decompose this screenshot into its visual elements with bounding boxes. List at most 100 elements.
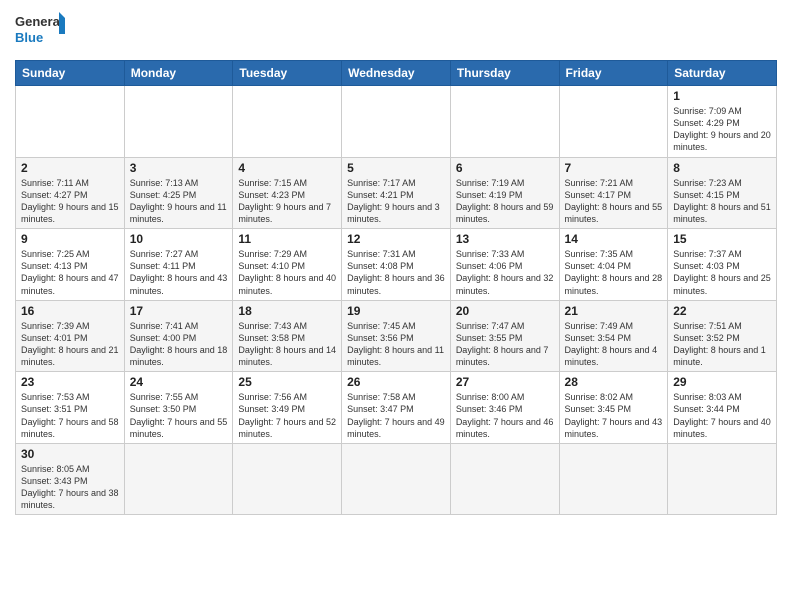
- day-number: 7: [565, 161, 663, 175]
- calendar-cell: 27 Sunrise: 8:00 AM Sunset: 3:46 PM Dayli…: [450, 372, 559, 444]
- calendar-cell: 5Sunrise: 7:17 AM Sunset: 4:21 PM Daylig…: [342, 157, 451, 229]
- day-info: Sunrise: 7:55 AM Sunset: 3:50 PM Dayligh…: [130, 391, 228, 440]
- calendar-cell: 1 Sunrise: 7:09 AM Sunset: 4:29 PM Daylig…: [668, 86, 777, 158]
- day-number: 30: [21, 447, 119, 461]
- svg-text:General: General: [15, 14, 63, 29]
- day-info: Sunrise: 7:29 AM Sunset: 4:10 PM Dayligh…: [238, 248, 336, 297]
- page: General Blue SundayMondayTuesdayWednesda…: [0, 0, 792, 612]
- header: General Blue: [15, 10, 777, 52]
- svg-text:Blue: Blue: [15, 30, 43, 45]
- calendar-cell: 2 Sunrise: 7:11 AM Sunset: 4:27 PM Daylig…: [16, 157, 125, 229]
- weekday-header-saturday: Saturday: [668, 61, 777, 86]
- day-info: Sunrise: 7:45 AM Sunset: 3:56 PM Dayligh…: [347, 320, 445, 369]
- calendar-cell: [450, 443, 559, 515]
- day-info: Sunrise: 7:15 AM Sunset: 4:23 PM Dayligh…: [238, 177, 336, 226]
- day-number: 11: [238, 232, 336, 246]
- calendar-week-row: 16 Sunrise: 7:39 AM Sunset: 4:01 PM Dayli…: [16, 300, 777, 372]
- day-number: 16: [21, 304, 119, 318]
- calendar-cell: 26 Sunrise: 7:58 AM Sunset: 3:47 PM Dayli…: [342, 372, 451, 444]
- day-number: 3: [130, 161, 228, 175]
- day-info: Sunrise: 7:19 AM Sunset: 4:19 PM Dayligh…: [456, 177, 554, 226]
- day-info: Sunrise: 7:25 AM Sunset: 4:13 PM Dayligh…: [21, 248, 119, 297]
- calendar-cell: 22 Sunrise: 7:51 AM Sunset: 3:52 PM Dayli…: [668, 300, 777, 372]
- calendar-week-row: 2 Sunrise: 7:11 AM Sunset: 4:27 PM Daylig…: [16, 157, 777, 229]
- calendar-cell: [124, 86, 233, 158]
- day-info: Sunrise: 7:09 AM Sunset: 4:29 PM Dayligh…: [673, 105, 771, 154]
- weekday-header-monday: Monday: [124, 61, 233, 86]
- day-info: Sunrise: 8:03 AM Sunset: 3:44 PM Dayligh…: [673, 391, 771, 440]
- calendar-cell: 10 Sunrise: 7:27 AM Sunset: 4:11 PM Dayli…: [124, 229, 233, 301]
- day-info: Sunrise: 8:00 AM Sunset: 3:46 PM Dayligh…: [456, 391, 554, 440]
- calendar-cell: [559, 443, 668, 515]
- day-number: 2: [21, 161, 119, 175]
- day-info: Sunrise: 7:23 AM Sunset: 4:15 PM Dayligh…: [673, 177, 771, 226]
- day-info: Sunrise: 7:51 AM Sunset: 3:52 PM Dayligh…: [673, 320, 771, 369]
- weekday-header-row: SundayMondayTuesdayWednesdayThursdayFrid…: [16, 61, 777, 86]
- calendar-cell: 7 Sunrise: 7:21 AM Sunset: 4:17 PM Daylig…: [559, 157, 668, 229]
- day-number: 8: [673, 161, 771, 175]
- day-number: 22: [673, 304, 771, 318]
- day-number: 19: [347, 304, 445, 318]
- calendar-cell: 15Sunrise: 7:37 AM Sunset: 4:03 PM Dayli…: [668, 229, 777, 301]
- calendar-cell: 17 Sunrise: 7:41 AM Sunset: 4:00 PM Dayli…: [124, 300, 233, 372]
- day-info: Sunrise: 7:43 AM Sunset: 3:58 PM Dayligh…: [238, 320, 336, 369]
- calendar-cell: [668, 443, 777, 515]
- calendar-cell: 4 Sunrise: 7:15 AM Sunset: 4:23 PM Daylig…: [233, 157, 342, 229]
- calendar-cell: 16 Sunrise: 7:39 AM Sunset: 4:01 PM Dayli…: [16, 300, 125, 372]
- day-info: Sunrise: 7:58 AM Sunset: 3:47 PM Dayligh…: [347, 391, 445, 440]
- calendar-cell: 14 Sunrise: 7:35 AM Sunset: 4:04 PM Dayli…: [559, 229, 668, 301]
- day-number: 5: [347, 161, 445, 175]
- day-number: 12: [347, 232, 445, 246]
- day-number: 21: [565, 304, 663, 318]
- day-number: 14: [565, 232, 663, 246]
- day-number: 13: [456, 232, 554, 246]
- day-number: 10: [130, 232, 228, 246]
- calendar-cell: [342, 86, 451, 158]
- day-info: Sunrise: 7:41 AM Sunset: 4:00 PM Dayligh…: [130, 320, 228, 369]
- day-number: 9: [21, 232, 119, 246]
- day-number: 15: [673, 232, 771, 246]
- day-info: Sunrise: 7:39 AM Sunset: 4:01 PM Dayligh…: [21, 320, 119, 369]
- day-number: 29: [673, 375, 771, 389]
- day-info: Sunrise: 7:21 AM Sunset: 4:17 PM Dayligh…: [565, 177, 663, 226]
- logo-svg: General Blue: [15, 10, 65, 52]
- calendar-cell: 19 Sunrise: 7:45 AM Sunset: 3:56 PM Dayli…: [342, 300, 451, 372]
- day-info: Sunrise: 7:27 AM Sunset: 4:11 PM Dayligh…: [130, 248, 228, 297]
- calendar-week-row: 9 Sunrise: 7:25 AM Sunset: 4:13 PM Daylig…: [16, 229, 777, 301]
- day-info: Sunrise: 7:53 AM Sunset: 3:51 PM Dayligh…: [21, 391, 119, 440]
- calendar-week-row: 30 Sunrise: 8:05 AM Sunset: 3:43 PM Dayli…: [16, 443, 777, 515]
- day-info: Sunrise: 7:35 AM Sunset: 4:04 PM Dayligh…: [565, 248, 663, 297]
- calendar-cell: [559, 86, 668, 158]
- day-info: Sunrise: 7:31 AM Sunset: 4:08 PM Dayligh…: [347, 248, 445, 297]
- weekday-header-thursday: Thursday: [450, 61, 559, 86]
- day-info: Sunrise: 7:11 AM Sunset: 4:27 PM Dayligh…: [21, 177, 119, 226]
- day-info: Sunrise: 8:05 AM Sunset: 3:43 PM Dayligh…: [21, 463, 119, 512]
- calendar-cell: 11 Sunrise: 7:29 AM Sunset: 4:10 PM Dayli…: [233, 229, 342, 301]
- day-number: 17: [130, 304, 228, 318]
- day-number: 20: [456, 304, 554, 318]
- day-info: Sunrise: 7:33 AM Sunset: 4:06 PM Dayligh…: [456, 248, 554, 297]
- calendar-cell: [124, 443, 233, 515]
- day-info: Sunrise: 7:56 AM Sunset: 3:49 PM Dayligh…: [238, 391, 336, 440]
- day-info: Sunrise: 7:13 AM Sunset: 4:25 PM Dayligh…: [130, 177, 228, 226]
- calendar-cell: 8 Sunrise: 7:23 AM Sunset: 4:15 PM Daylig…: [668, 157, 777, 229]
- calendar-cell: 24Sunrise: 7:55 AM Sunset: 3:50 PM Dayli…: [124, 372, 233, 444]
- day-number: 26: [347, 375, 445, 389]
- calendar-week-row: 23Sunrise: 7:53 AM Sunset: 3:51 PM Dayli…: [16, 372, 777, 444]
- logo: General Blue: [15, 10, 65, 52]
- weekday-header-friday: Friday: [559, 61, 668, 86]
- weekday-header-sunday: Sunday: [16, 61, 125, 86]
- day-info: Sunrise: 8:02 AM Sunset: 3:45 PM Dayligh…: [565, 391, 663, 440]
- day-number: 27: [456, 375, 554, 389]
- weekday-header-wednesday: Wednesday: [342, 61, 451, 86]
- day-info: Sunrise: 7:49 AM Sunset: 3:54 PM Dayligh…: [565, 320, 663, 369]
- calendar-week-row: 1 Sunrise: 7:09 AM Sunset: 4:29 PM Daylig…: [16, 86, 777, 158]
- day-number: 25: [238, 375, 336, 389]
- day-number: 4: [238, 161, 336, 175]
- calendar-cell: 3 Sunrise: 7:13 AM Sunset: 4:25 PM Daylig…: [124, 157, 233, 229]
- day-number: 1: [673, 89, 771, 103]
- calendar-cell: [450, 86, 559, 158]
- calendar-cell: 21 Sunrise: 7:49 AM Sunset: 3:54 PM Dayli…: [559, 300, 668, 372]
- calendar-cell: 6Sunrise: 7:19 AM Sunset: 4:19 PM Daylig…: [450, 157, 559, 229]
- calendar-table: SundayMondayTuesdayWednesdayThursdayFrid…: [15, 60, 777, 515]
